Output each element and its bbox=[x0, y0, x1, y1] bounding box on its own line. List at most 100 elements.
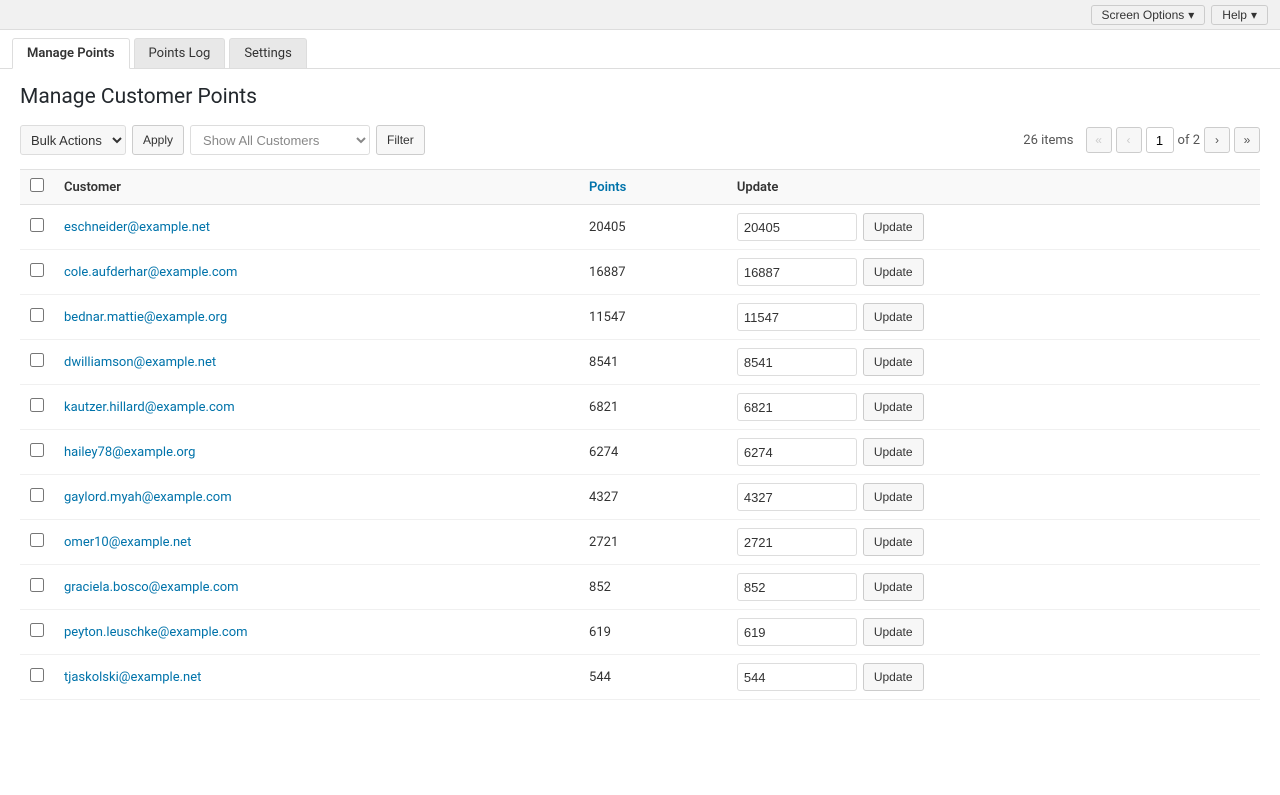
select-all-checkbox[interactable] bbox=[30, 178, 44, 192]
customer-email-link[interactable]: gaylord.myah@example.com bbox=[64, 490, 232, 505]
row-checkbox-cell bbox=[20, 475, 54, 520]
row-email-cell: omer10@example.net bbox=[54, 520, 579, 565]
screen-options-label: Screen Options bbox=[1102, 8, 1185, 22]
points-value: 2721 bbox=[589, 535, 618, 550]
row-checkbox[interactable] bbox=[30, 398, 44, 412]
update-cell-container: Update bbox=[737, 348, 1250, 376]
update-cell-container: Update bbox=[737, 393, 1250, 421]
tab-points-log[interactable]: Points Log bbox=[134, 38, 226, 68]
update-input[interactable] bbox=[737, 393, 857, 421]
update-input[interactable] bbox=[737, 663, 857, 691]
row-checkbox[interactable] bbox=[30, 443, 44, 457]
page-number-input[interactable] bbox=[1146, 127, 1174, 153]
update-input[interactable] bbox=[737, 483, 857, 511]
update-button[interactable]: Update bbox=[863, 213, 924, 241]
update-button[interactable]: Update bbox=[863, 348, 924, 376]
customer-email-link[interactable]: cole.aufderhar@example.com bbox=[64, 265, 237, 280]
row-email-cell: hailey78@example.org bbox=[54, 430, 579, 475]
row-update-cell: Update bbox=[727, 250, 1260, 295]
update-button[interactable]: Update bbox=[863, 483, 924, 511]
header-checkbox-cell bbox=[20, 170, 54, 205]
row-checkbox[interactable] bbox=[30, 623, 44, 637]
points-value: 11547 bbox=[589, 310, 626, 325]
update-input[interactable] bbox=[737, 258, 857, 286]
update-input[interactable] bbox=[737, 213, 857, 241]
header-points[interactable]: Points bbox=[579, 170, 727, 205]
row-checkbox-cell bbox=[20, 610, 54, 655]
row-checkbox[interactable] bbox=[30, 218, 44, 232]
page-title: Manage Customer Points bbox=[20, 85, 1260, 109]
update-button[interactable]: Update bbox=[863, 663, 924, 691]
row-update-cell: Update bbox=[727, 340, 1260, 385]
row-checkbox-cell bbox=[20, 340, 54, 385]
row-points-cell: 6821 bbox=[579, 385, 727, 430]
row-checkbox[interactable] bbox=[30, 263, 44, 277]
tab-settings[interactable]: Settings bbox=[229, 38, 306, 68]
table-row: dwilliamson@example.net 8541 Update bbox=[20, 340, 1260, 385]
prev-page-button[interactable]: ‹ bbox=[1116, 127, 1142, 153]
last-page-button[interactable]: » bbox=[1234, 127, 1260, 153]
row-update-cell: Update bbox=[727, 655, 1260, 700]
pagination: 26 items « ‹ of 2 › » bbox=[1023, 127, 1260, 153]
row-checkbox[interactable] bbox=[30, 668, 44, 682]
filter-button[interactable]: Filter bbox=[376, 125, 425, 155]
update-button[interactable]: Update bbox=[863, 438, 924, 466]
row-checkbox-cell bbox=[20, 565, 54, 610]
update-input[interactable] bbox=[737, 573, 857, 601]
screen-options-button[interactable]: Screen Options ▾ bbox=[1091, 5, 1206, 25]
update-input[interactable] bbox=[737, 348, 857, 376]
help-button[interactable]: Help ▾ bbox=[1211, 5, 1268, 25]
row-email-cell: dwilliamson@example.net bbox=[54, 340, 579, 385]
customer-email-link[interactable]: tjaskolski@example.net bbox=[64, 670, 201, 685]
tab-manage-points[interactable]: Manage Points bbox=[12, 38, 130, 69]
points-value: 4327 bbox=[589, 490, 618, 505]
top-bar-right: Screen Options ▾ Help ▾ bbox=[1085, 5, 1268, 25]
items-count: 26 items bbox=[1023, 133, 1073, 148]
page-content: Manage Customer Points Bulk Actions Appl… bbox=[0, 69, 1280, 795]
apply-button[interactable]: Apply bbox=[132, 125, 184, 155]
points-value: 619 bbox=[589, 625, 611, 640]
row-checkbox-cell bbox=[20, 655, 54, 700]
update-button[interactable]: Update bbox=[863, 618, 924, 646]
top-bar: Screen Options ▾ Help ▾ bbox=[0, 0, 1280, 30]
row-update-cell: Update bbox=[727, 295, 1260, 340]
update-input[interactable] bbox=[737, 528, 857, 556]
points-value: 852 bbox=[589, 580, 611, 595]
customer-email-link[interactable]: graciela.bosco@example.com bbox=[64, 580, 239, 595]
update-input[interactable] bbox=[737, 438, 857, 466]
update-button[interactable]: Update bbox=[863, 258, 924, 286]
row-checkbox[interactable] bbox=[30, 578, 44, 592]
update-button[interactable]: Update bbox=[863, 573, 924, 601]
bulk-actions-select[interactable]: Bulk Actions bbox=[20, 125, 126, 155]
row-checkbox-cell bbox=[20, 205, 54, 250]
customer-email-link[interactable]: omer10@example.net bbox=[64, 535, 191, 550]
row-checkbox[interactable] bbox=[30, 488, 44, 502]
customers-filter-select[interactable]: Show All Customers bbox=[190, 125, 370, 155]
points-value: 16887 bbox=[589, 265, 626, 280]
row-checkbox[interactable] bbox=[30, 308, 44, 322]
table-row: graciela.bosco@example.com 852 Update bbox=[20, 565, 1260, 610]
customer-email-link[interactable]: dwilliamson@example.net bbox=[64, 355, 216, 370]
update-input[interactable] bbox=[737, 303, 857, 331]
first-page-button[interactable]: « bbox=[1086, 127, 1112, 153]
of-pages-text: of 2 bbox=[1178, 133, 1200, 148]
row-points-cell: 4327 bbox=[579, 475, 727, 520]
table-row: peyton.leuschke@example.com 619 Update bbox=[20, 610, 1260, 655]
customer-email-link[interactable]: eschneider@example.net bbox=[64, 220, 210, 235]
next-page-button[interactable]: › bbox=[1204, 127, 1230, 153]
customer-email-link[interactable]: peyton.leuschke@example.com bbox=[64, 625, 248, 640]
update-input[interactable] bbox=[737, 618, 857, 646]
row-update-cell: Update bbox=[727, 430, 1260, 475]
row-checkbox[interactable] bbox=[30, 353, 44, 367]
update-button[interactable]: Update bbox=[863, 303, 924, 331]
row-checkbox[interactable] bbox=[30, 533, 44, 547]
points-value: 544 bbox=[589, 670, 611, 685]
toolbar: Bulk Actions Apply Show All Customers Fi… bbox=[20, 125, 1260, 165]
row-email-cell: bednar.mattie@example.org bbox=[54, 295, 579, 340]
customer-email-link[interactable]: hailey78@example.org bbox=[64, 445, 195, 460]
row-points-cell: 20405 bbox=[579, 205, 727, 250]
update-button[interactable]: Update bbox=[863, 528, 924, 556]
update-button[interactable]: Update bbox=[863, 393, 924, 421]
customer-email-link[interactable]: bednar.mattie@example.org bbox=[64, 310, 227, 325]
customer-email-link[interactable]: kautzer.hillard@example.com bbox=[64, 400, 235, 415]
